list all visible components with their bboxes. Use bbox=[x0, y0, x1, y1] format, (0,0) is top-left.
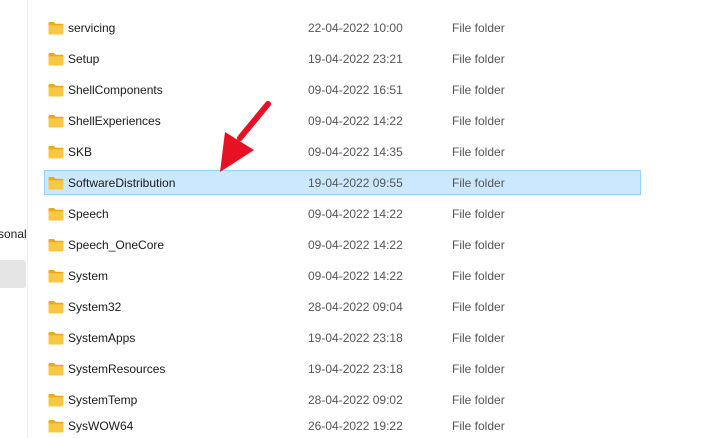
file-date-modified: 09-04-2022 16:51 bbox=[308, 83, 403, 97]
folder-icon bbox=[48, 177, 64, 190]
file-date-modified: 19-04-2022 23:21 bbox=[308, 52, 403, 66]
file-name: System32 bbox=[68, 300, 122, 314]
file-type: File folder bbox=[452, 331, 505, 345]
file-date-modified: 28-04-2022 09:02 bbox=[308, 393, 403, 407]
file-date-modified: 09-04-2022 14:22 bbox=[308, 269, 403, 283]
folder-icon bbox=[48, 146, 64, 159]
file-row-shellexperiences[interactable]: ShellExperiences 09-04-2022 14:22 File f… bbox=[44, 108, 641, 133]
file-name: SystemApps bbox=[68, 331, 136, 345]
folder-icon bbox=[48, 53, 64, 66]
file-type: File folder bbox=[452, 362, 505, 376]
file-type: File folder bbox=[452, 419, 505, 433]
nav-item-selected[interactable] bbox=[0, 260, 26, 288]
file-type: File folder bbox=[452, 83, 505, 97]
folder-icon bbox=[48, 301, 64, 314]
file-name: SystemResources bbox=[68, 362, 166, 376]
navigation-pane: sonal bbox=[0, 0, 27, 438]
file-row-skb[interactable]: SKB 09-04-2022 14:35 File folder bbox=[44, 139, 641, 164]
file-date-modified: 22-04-2022 10:00 bbox=[308, 21, 403, 35]
file-name: Speech bbox=[68, 207, 109, 221]
file-name: ShellComponents bbox=[68, 83, 163, 97]
file-list: servicing 22-04-2022 10:00 File folder S… bbox=[28, 0, 728, 438]
file-type: File folder bbox=[452, 238, 505, 252]
folder-icon bbox=[48, 208, 64, 221]
file-row-speech-onecore[interactable]: Speech_OneCore 09-04-2022 14:22 File fol… bbox=[44, 232, 641, 257]
folder-icon bbox=[48, 332, 64, 345]
file-row-systemtemp[interactable]: SystemTemp 28-04-2022 09:02 File folder bbox=[44, 387, 641, 412]
file-type: File folder bbox=[452, 21, 505, 35]
file-row-setup[interactable]: Setup 19-04-2022 23:21 File folder bbox=[44, 46, 641, 71]
folder-icon bbox=[48, 394, 64, 407]
file-date-modified: 19-04-2022 23:18 bbox=[308, 331, 403, 345]
file-date-modified: 19-04-2022 23:18 bbox=[308, 362, 403, 376]
file-type: File folder bbox=[452, 176, 505, 190]
file-type: File folder bbox=[452, 207, 505, 221]
file-type: File folder bbox=[452, 114, 505, 128]
file-row-syswow64[interactable]: SysWOW64 26-04-2022 19:22 File folder bbox=[44, 413, 641, 438]
folder-icon bbox=[48, 239, 64, 252]
file-name: servicing bbox=[68, 21, 116, 35]
folder-icon bbox=[48, 270, 64, 283]
file-date-modified: 26-04-2022 19:22 bbox=[308, 419, 403, 433]
file-type: File folder bbox=[452, 145, 505, 159]
file-date-modified: 09-04-2022 14:35 bbox=[308, 145, 403, 159]
file-name: SKB bbox=[68, 145, 93, 159]
file-name: Setup bbox=[68, 52, 100, 66]
file-type: File folder bbox=[452, 269, 505, 283]
file-date-modified: 09-04-2022 14:22 bbox=[308, 207, 403, 221]
folder-icon bbox=[48, 115, 64, 128]
folder-icon bbox=[48, 420, 64, 433]
file-name: System bbox=[68, 269, 109, 283]
file-date-modified: 28-04-2022 09:04 bbox=[308, 300, 403, 314]
file-date-modified: 19-04-2022 09:55 bbox=[308, 176, 403, 190]
nav-item-label[interactable]: sonal bbox=[0, 227, 27, 241]
file-type: File folder bbox=[452, 393, 505, 407]
file-date-modified: 09-04-2022 14:22 bbox=[308, 114, 403, 128]
folder-icon bbox=[48, 84, 64, 97]
folder-icon bbox=[48, 22, 64, 35]
file-row-systemapps[interactable]: SystemApps 19-04-2022 23:18 File folder bbox=[44, 325, 641, 350]
file-row-softwaredistribution[interactable]: SoftwareDistribution 19-04-2022 09:55 Fi… bbox=[44, 170, 641, 195]
file-row-system[interactable]: System 09-04-2022 14:22 File folder bbox=[44, 263, 641, 288]
file-name: Speech_OneCore bbox=[68, 238, 165, 252]
file-row-systemresources[interactable]: SystemResources 19-04-2022 23:18 File fo… bbox=[44, 356, 641, 381]
file-type: File folder bbox=[452, 300, 505, 314]
file-name: SoftwareDistribution bbox=[68, 176, 176, 190]
file-name: SysWOW64 bbox=[68, 419, 134, 433]
file-row-servicing[interactable]: servicing 22-04-2022 10:00 File folder bbox=[44, 15, 641, 40]
file-date-modified: 09-04-2022 14:22 bbox=[308, 238, 403, 252]
file-row-shellcomponents[interactable]: ShellComponents 09-04-2022 16:51 File fo… bbox=[44, 77, 641, 102]
file-name: ShellExperiences bbox=[68, 114, 161, 128]
file-type: File folder bbox=[452, 52, 505, 66]
file-name: SystemTemp bbox=[68, 393, 138, 407]
file-row-speech[interactable]: Speech 09-04-2022 14:22 File folder bbox=[44, 201, 641, 226]
folder-icon bbox=[48, 363, 64, 376]
file-row-system32[interactable]: System32 28-04-2022 09:04 File folder bbox=[44, 294, 641, 319]
